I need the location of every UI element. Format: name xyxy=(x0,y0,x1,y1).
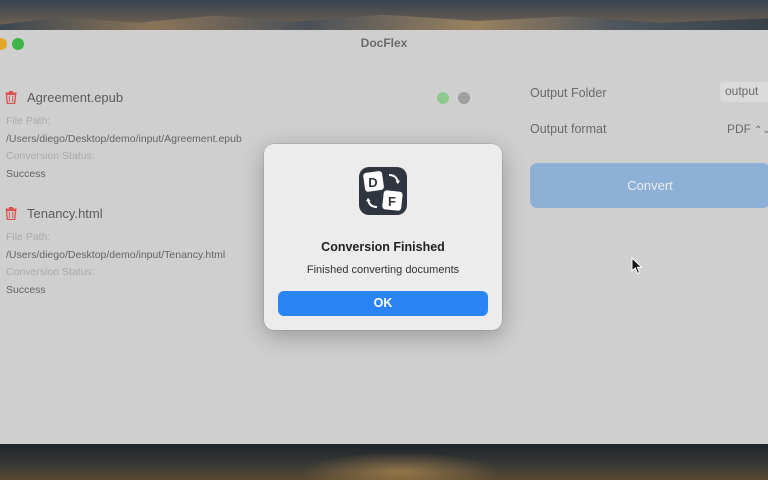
dialog-message: Finished converting documents xyxy=(306,264,460,276)
window-title: DocFlex xyxy=(360,36,408,50)
conversion-status-label: Conversion Status: xyxy=(6,266,95,278)
success-check-icon xyxy=(437,92,449,104)
file-path-label: File Path: xyxy=(6,115,51,127)
conversion-status-value: Success xyxy=(6,168,46,180)
convert-button[interactable]: Convert xyxy=(530,163,768,208)
file-name: Agreement.epub xyxy=(27,90,124,105)
icon-letter-d: D xyxy=(368,175,377,190)
output-folder-field[interactable]: output xyxy=(720,82,768,102)
file-path-value: /Users/diego/Desktop/demo/input/Tenancy.… xyxy=(6,249,226,261)
docflex-app-icon: D F xyxy=(359,167,407,215)
mouse-pointer-icon xyxy=(631,257,643,275)
dialog-title: Conversion Finished xyxy=(321,240,445,254)
icon-letter-f: F xyxy=(388,194,396,209)
desktop-wallpaper-top xyxy=(0,0,768,30)
output-format-label: Output format xyxy=(530,122,607,136)
ok-button[interactable]: OK xyxy=(278,291,488,316)
zoom-button[interactable] xyxy=(12,38,24,50)
output-format-select[interactable]: PDF ⌃⌄ xyxy=(727,122,768,136)
file-path-label: File Path: xyxy=(6,231,51,243)
trash-icon[interactable] xyxy=(5,91,17,105)
output-folder-label: Output Folder xyxy=(530,86,607,100)
desktop-wallpaper-bottom xyxy=(0,444,768,480)
chevron-updown-icon: ⌃⌄ xyxy=(754,125,768,136)
conversion-finished-dialog: D F Conversion Finished Finished convert… xyxy=(264,144,502,330)
conversion-status-value: Success xyxy=(6,284,46,296)
title-bar: DocFlex xyxy=(0,30,768,58)
file-name: Tenancy.html xyxy=(27,206,103,221)
file-path-value: /Users/diego/Desktop/demo/input/Agreemen… xyxy=(6,133,242,145)
trash-icon[interactable] xyxy=(5,207,17,221)
remove-icon[interactable] xyxy=(458,92,470,104)
conversion-status-label: Conversion Status: xyxy=(6,150,95,162)
output-format-value: PDF xyxy=(727,122,751,136)
minimize-button[interactable] xyxy=(0,38,7,50)
